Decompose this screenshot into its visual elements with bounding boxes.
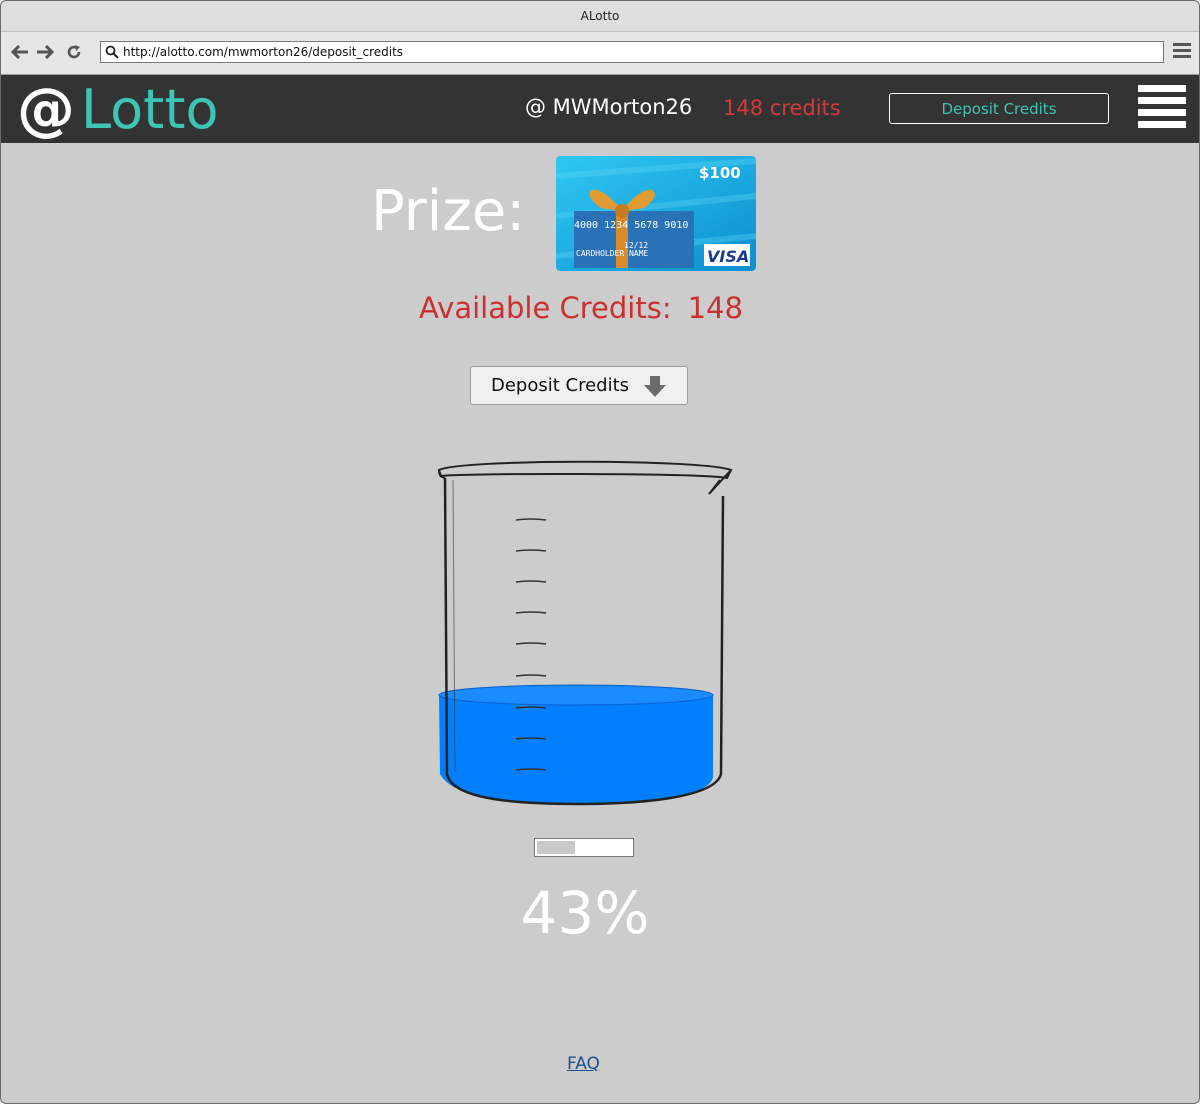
progress-beaker — [431, 456, 741, 816]
header-deposit-button[interactable]: Deposit Credits — [889, 93, 1109, 124]
arrow-down-icon — [644, 375, 667, 397]
card-holder: CARDHOLDER NAME — [576, 249, 648, 258]
card-amount: $100 — [699, 164, 741, 182]
username: @ MWMorton26 — [525, 95, 693, 119]
available-credits: Available Credits: 148 — [1, 291, 1161, 325]
progress-percent: 43% — [520, 879, 650, 947]
browser-toolbar — [1, 32, 1199, 75]
deposit-credits-button[interactable]: Deposit Credits — [470, 366, 688, 405]
hamburger-menu-icon[interactable] — [1138, 85, 1186, 131]
available-credits-value: 148 — [687, 291, 743, 325]
forward-arrow-icon[interactable] — [35, 41, 55, 63]
deposit-progress-bar — [534, 838, 634, 857]
window-title: ALotto — [1, 1, 1199, 32]
back-arrow-icon[interactable] — [10, 41, 30, 63]
credit-balance: 148 credits — [723, 96, 841, 120]
browser-window: ALotto @ Lotto @ MWMorton26 148 credits … — [0, 0, 1200, 1104]
visa-logo: VISA — [707, 247, 749, 266]
card-number: 4000 1234 5678 9010 — [574, 220, 688, 231]
browser-menu-icon[interactable] — [1173, 43, 1191, 61]
beaker-water-surface — [438, 684, 714, 706]
beaker-water — [439, 695, 714, 804]
site-logo[interactable]: @ Lotto — [17, 75, 219, 143]
progress-fill — [537, 841, 575, 854]
site-header: @ Lotto @ MWMorton26 148 credits Deposit… — [1, 75, 1199, 143]
faq-link[interactable]: FAQ — [567, 1054, 600, 1074]
address-bar[interactable] — [100, 41, 1164, 63]
reload-icon[interactable] — [64, 41, 84, 63]
available-credits-label: Available Credits: — [419, 291, 672, 325]
search-icon — [101, 42, 123, 62]
url-input[interactable] — [123, 45, 1143, 59]
prize-label: Prize: — [371, 179, 526, 244]
deposit-credits-label: Deposit Credits — [490, 375, 630, 396]
logo-name: Lotto — [81, 77, 219, 141]
logo-at: @ — [17, 75, 75, 143]
prize-gift-card-image: $100 4000 1234 5678 9010 12/12 CARDHOLDE… — [556, 156, 756, 271]
